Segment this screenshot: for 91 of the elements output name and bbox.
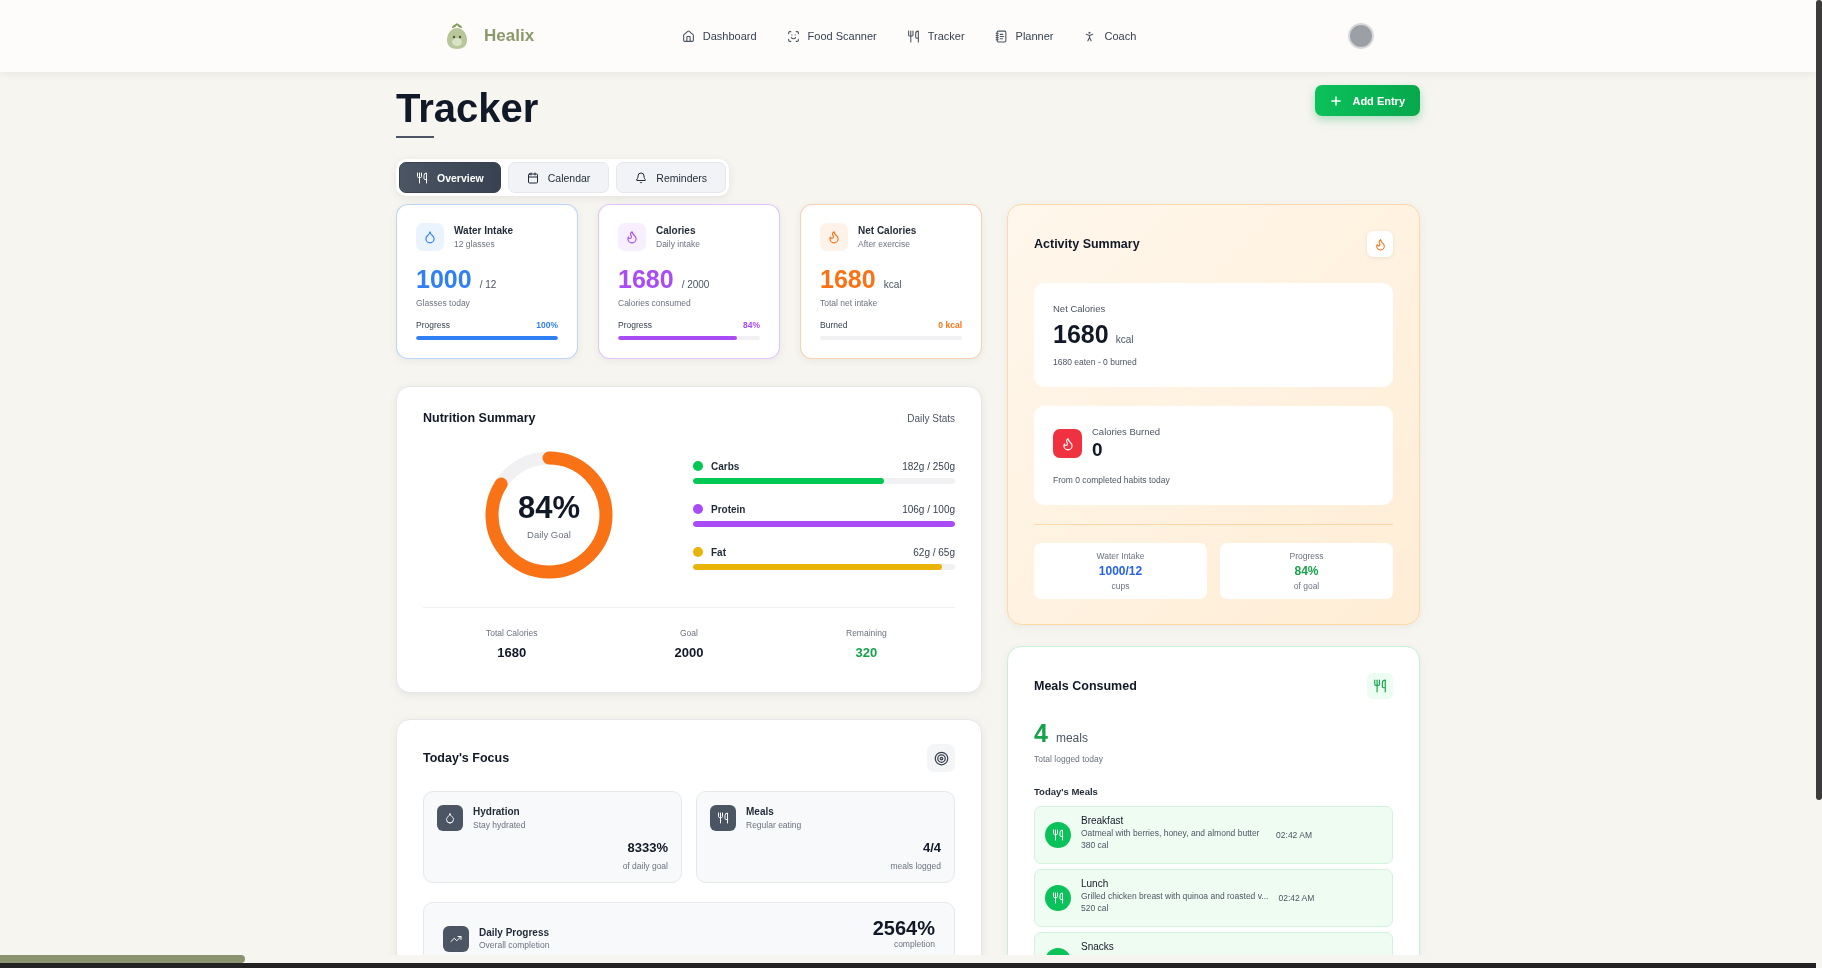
- card-title: Meals Consumed: [1034, 679, 1137, 693]
- stat-caption: Calories consumed: [618, 298, 692, 308]
- total-label: Total Calories: [485, 628, 538, 638]
- stat-value: 1680: [820, 265, 876, 294]
- ring-label: Daily Goal: [527, 529, 571, 540]
- focus-value: 4/4: [922, 840, 941, 855]
- macro-reading: 182g / 250g: [902, 460, 955, 472]
- panel-label: Calories Burned: [1092, 426, 1161, 437]
- stat-value: 1680: [618, 265, 674, 294]
- focus-caption: completion: [893, 940, 935, 950]
- meal-count-unit: meals: [1055, 731, 1088, 745]
- focus-caption: meals logged: [890, 861, 941, 871]
- nav-link[interactable]: Coach: [1083, 29, 1137, 43]
- tile-label: Progress: [1289, 551, 1324, 561]
- panel-label: Net Calories: [1053, 303, 1107, 314]
- tile-caption: cups: [1111, 581, 1130, 591]
- focus-subtitle: Stay hydrated: [473, 820, 526, 830]
- stat-caption: Total net intake: [820, 298, 879, 308]
- stat-unit: / 12: [479, 279, 497, 290]
- focus-value: 2564%: [872, 917, 935, 939]
- macro-name: Protein: [711, 503, 746, 515]
- meal-count: 4: [1034, 719, 1048, 748]
- bar-label: Progress: [618, 320, 652, 330]
- nav-link[interactable]: Food Scanner: [786, 29, 877, 43]
- focus-title: Meals: [746, 806, 775, 817]
- card-title: Today's Focus: [423, 751, 510, 765]
- meal-name: Snacks: [1081, 941, 1114, 952]
- macro-reading: 106g / 100g: [902, 503, 955, 515]
- nav-link[interactable]: Tracker: [906, 29, 965, 43]
- meal-count-caption: Total logged today: [1034, 754, 1104, 764]
- card-title: Activity Summary: [1034, 237, 1140, 251]
- meal-name: Lunch: [1081, 878, 1110, 889]
- tile-caption: of goal: [1293, 581, 1320, 591]
- meal-calories: 520 cal: [1081, 903, 1110, 913]
- focus-caption: of daily goal: [622, 861, 668, 871]
- focus-subtitle: Regular eating: [746, 820, 802, 830]
- total-label: Remaining: [846, 628, 887, 638]
- meal-time: 02:42 AM: [1276, 830, 1312, 840]
- stat-subtitle: After exercise: [858, 239, 911, 249]
- panel-value: 0: [1092, 439, 1104, 461]
- tile-label: Water Intake: [1096, 551, 1145, 561]
- bar-label: Progress: [416, 320, 450, 330]
- focus-subtitle: Overall completion: [479, 941, 550, 951]
- tab[interactable]: Reminders: [616, 162, 727, 193]
- nav-link[interactable]: Planner: [994, 29, 1054, 43]
- macro-name: Fat: [711, 546, 726, 558]
- panel-note: 1680 eaten - 0 burned: [1053, 357, 1138, 367]
- tab[interactable]: Overview: [399, 162, 501, 193]
- focus-title: Hydration: [473, 806, 521, 817]
- bar-reading: 0 kcal: [938, 320, 962, 330]
- total-label: Goal: [680, 628, 698, 638]
- focus-title: Daily Progress: [479, 927, 550, 939]
- meal-description: Grilled chicken breast with quinoa and roasted v...: [1081, 891, 1269, 901]
- bar-reading: 84%: [743, 320, 760, 330]
- stat-title: Calories: [656, 225, 697, 236]
- page-title: Tracker: [396, 85, 539, 131]
- meal-item[interactable]: Breakfast Oatmeal with berries, honey, and almond butter 380 cal 02:42 AM: [1034, 806, 1393, 864]
- focus-value: 8333%: [627, 840, 668, 855]
- bar-label: Burned: [820, 320, 848, 330]
- bar-reading: 100%: [536, 320, 558, 330]
- card-title: Nutrition Summary: [423, 411, 536, 425]
- macro-name: Carbs: [711, 460, 740, 472]
- ring-value: 84%: [517, 490, 580, 526]
- meal-time: 02:42 AM: [1278, 893, 1315, 903]
- stat-title: Water Intake: [454, 225, 514, 236]
- nav-link[interactable]: Dashboard: [681, 29, 757, 43]
- tile-value: 84%: [1294, 564, 1319, 578]
- stat-caption: Glasses today: [416, 298, 471, 308]
- stat-unit: / 2000: [681, 279, 710, 290]
- tile-value: 1000/12: [1098, 564, 1143, 578]
- stat-value: 1000: [416, 265, 472, 294]
- brand-name: Healix: [484, 26, 535, 46]
- stat-title: Net Calories: [858, 225, 917, 236]
- card-aside: Daily Stats: [907, 412, 955, 424]
- total-value: 2000: [674, 645, 704, 660]
- panel-note: From 0 completed habits today: [1053, 475, 1171, 485]
- stat-subtitle: Daily intake: [656, 239, 700, 249]
- total-value: 1680: [497, 645, 527, 660]
- stat-unit: kcal: [883, 279, 902, 290]
- meal-description: Oatmeal with berries, honey, and almond butter: [1081, 828, 1260, 838]
- list-title: Today's Meals: [1034, 786, 1099, 797]
- meal-name: Breakfast: [1081, 815, 1125, 826]
- stat-subtitle: 12 glasses: [454, 239, 496, 249]
- tab[interactable]: Calendar: [507, 162, 610, 193]
- meal-item[interactable]: Lunch Grilled chicken breast with quinoa and roasted v... 520 cal 02:42 AM: [1034, 869, 1393, 927]
- total-value: 320: [855, 645, 878, 660]
- panel-value: 1680: [1053, 320, 1109, 349]
- meal-calories: 380 cal: [1081, 840, 1110, 850]
- panel-unit: kcal: [1115, 334, 1134, 345]
- meal-item[interactable]: Snacks: [1034, 932, 1393, 955]
- macro-reading: 62g / 65g: [913, 546, 955, 558]
